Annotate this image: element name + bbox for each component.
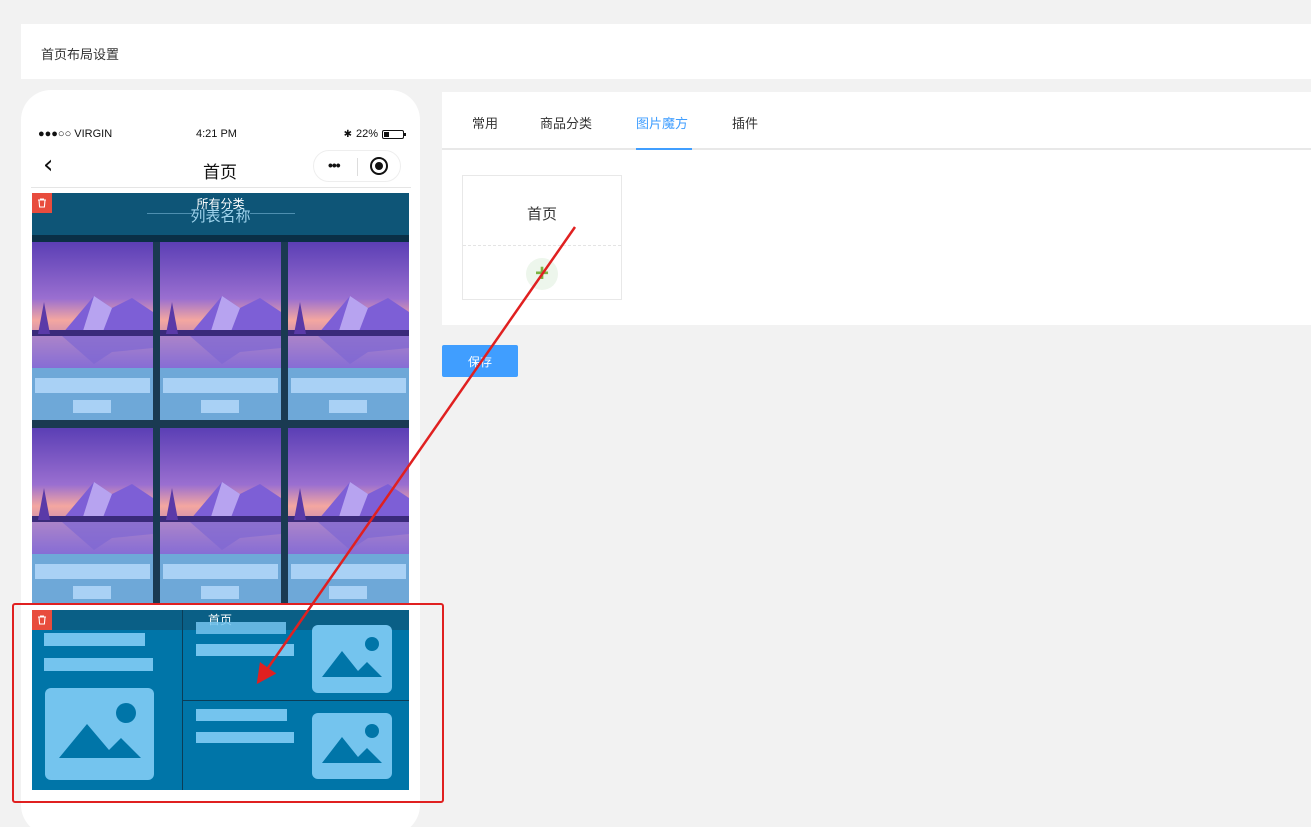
landscape-image (160, 242, 281, 368)
delete-module-button[interactable] (32, 193, 52, 213)
capsule-menu[interactable]: ••• (313, 150, 401, 182)
save-button[interactable]: 保存 (442, 345, 518, 377)
phone-page-title: 首页 (203, 163, 237, 182)
cube-card-label: 首页 (526, 206, 557, 223)
tab-common[interactable]: 常用 (472, 113, 498, 132)
product-price-placeholder (329, 400, 367, 413)
product-price-placeholder (201, 586, 239, 599)
page-title: 首页布局设置 (41, 47, 120, 62)
battery-indicator: ✱ 22% (343, 128, 406, 140)
card-divider (463, 245, 621, 246)
product-card (160, 428, 281, 603)
mini-program-navbar: ‹ 首页 ••• (31, 148, 411, 188)
landscape-image (160, 428, 281, 554)
product-image (288, 428, 409, 554)
product-image (32, 428, 153, 554)
product-name-placeholder (291, 564, 406, 579)
product-price-placeholder (329, 586, 367, 599)
product-info (160, 554, 281, 603)
landscape-image (288, 428, 409, 554)
landscape-image (32, 428, 153, 554)
back-icon[interactable]: ‹ (43, 150, 53, 180)
product-info (288, 554, 409, 603)
product-price-placeholder (201, 400, 239, 413)
more-icon[interactable]: ••• (328, 157, 341, 173)
product-info (288, 368, 409, 420)
status-time: 4:21 PM (196, 128, 237, 140)
category-module[interactable]: 列表名称 所有分类 (32, 193, 409, 603)
landscape-image (288, 242, 409, 368)
product-info (32, 368, 153, 420)
carrier-label: ●●●○○ VIRGIN (38, 128, 113, 140)
product-card (288, 428, 409, 603)
product-price-placeholder (73, 586, 111, 599)
settings-panel: 常用 商品分类 图片魔方 插件 首页 + (442, 92, 1311, 325)
tab-product-category[interactable]: 商品分类 (540, 113, 592, 132)
bluetooth-icon: ✱ (343, 128, 352, 140)
product-image (288, 242, 409, 368)
product-info (160, 368, 281, 420)
module-name: 所有分类 (196, 197, 245, 211)
page-header: 首页布局设置 (21, 24, 1311, 79)
product-name-placeholder (163, 564, 278, 579)
product-image (160, 428, 281, 554)
battery-icon (382, 129, 406, 139)
category-module-header: 列表名称 所有分类 (32, 193, 409, 235)
add-icon[interactable]: + (526, 258, 558, 290)
status-bar: ●●●○○ VIRGIN 4:21 PM ✱ 22% (38, 128, 406, 142)
tab-plugins[interactable]: 插件 (732, 113, 758, 132)
product-image (32, 242, 153, 368)
capsule-divider (357, 158, 358, 176)
product-image (160, 242, 281, 368)
product-card (160, 242, 281, 420)
tab-image-cube[interactable]: 图片魔方 (636, 113, 688, 132)
active-tab-indicator (636, 148, 692, 150)
product-card (32, 428, 153, 603)
product-name-placeholder (35, 564, 150, 579)
image-cube-card[interactable]: 首页 + (462, 175, 622, 300)
product-info (32, 554, 153, 603)
product-price-placeholder (73, 400, 111, 413)
landscape-image (32, 242, 153, 368)
battery-percent: 22% (355, 128, 378, 140)
highlight-box (12, 603, 444, 803)
product-name-placeholder (35, 378, 150, 393)
product-card (288, 242, 409, 420)
close-circle-icon[interactable] (370, 157, 388, 175)
category-strip (32, 235, 409, 242)
product-name-placeholder (163, 378, 278, 393)
product-name-placeholder (291, 378, 406, 393)
product-card (32, 242, 153, 420)
trash-icon (38, 198, 46, 208)
tab-bar: 常用 商品分类 图片魔方 插件 (442, 92, 1311, 150)
